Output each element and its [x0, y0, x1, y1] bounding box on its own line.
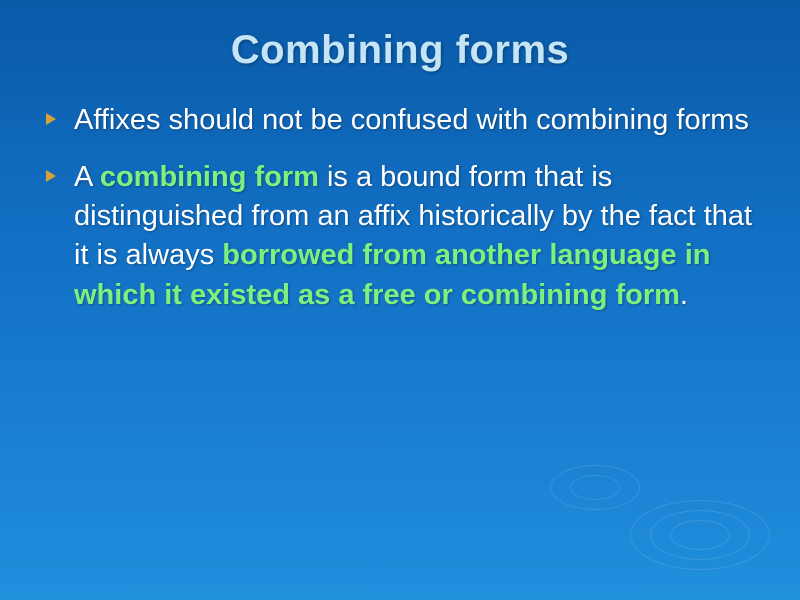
bullet-highlight: combining form — [100, 161, 319, 193]
bullet-text: . — [680, 279, 688, 311]
bullet-text: Affixes should not be confused with comb… — [74, 104, 749, 136]
slide-title: Combining forms — [40, 28, 760, 73]
slide-container: Combining forms Affixes should not be co… — [0, 0, 800, 600]
list-item: Affixes should not be confused with comb… — [40, 101, 760, 140]
bullet-text: A — [74, 161, 100, 193]
list-item: A combining form is a bound form that is… — [40, 158, 760, 315]
bullet-list: Affixes should not be confused with comb… — [40, 101, 760, 315]
